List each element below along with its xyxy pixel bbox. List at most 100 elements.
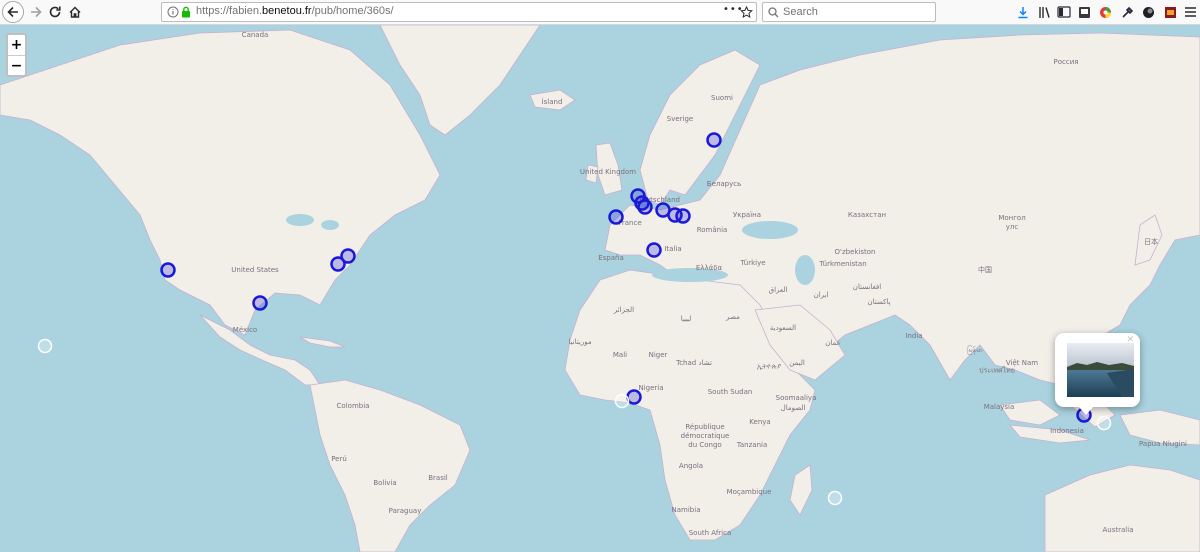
label-myanmar: မြန်မာ xyxy=(967,346,983,354)
photo-popup: ✕ xyxy=(1055,333,1140,407)
dark-reader-icon[interactable] xyxy=(1140,4,1156,20)
url-prefix: https://fabien. xyxy=(196,5,263,17)
label-papua: Papua Niugini xyxy=(1139,440,1187,448)
label-somaliya-2: الصومال xyxy=(780,404,806,412)
url-text[interactable]: https://fabien.benetou.fr/pub/home/360s/ xyxy=(196,5,394,17)
label-china: 中国 xyxy=(978,266,992,274)
back-arrow-icon xyxy=(7,6,18,18)
download-icon[interactable] xyxy=(1015,4,1031,20)
label-mocambique: Moçambique xyxy=(726,488,772,496)
label-ukraina: Україна xyxy=(732,211,762,219)
zoom-control: + − xyxy=(6,33,27,77)
label-mali: Mali xyxy=(612,351,628,359)
label-kazakhstan: Казахстан xyxy=(847,211,887,219)
label-united-states: United States xyxy=(231,266,279,274)
home-button[interactable] xyxy=(64,1,86,23)
label-afghanistan: افغانستان xyxy=(852,283,882,291)
label-deutschland: Deutschland xyxy=(636,196,680,204)
home-icon xyxy=(69,6,81,18)
label-mexico: México xyxy=(232,326,258,334)
back-button[interactable] xyxy=(2,1,24,23)
world-map[interactable]: Canada United States México Ísland Suomi… xyxy=(0,25,1200,552)
label-niger: Niger xyxy=(648,351,668,359)
label-peru: Perú xyxy=(331,455,347,463)
screenshot-extension-icon[interactable] xyxy=(1076,4,1092,20)
reload-button[interactable] xyxy=(44,1,66,23)
label-turkiye: Türkiye xyxy=(740,259,766,267)
info-icon[interactable] xyxy=(167,6,179,18)
eyedropper-icon[interactable] xyxy=(1119,4,1135,20)
label-pakistan: پاکستان xyxy=(867,298,891,306)
label-sverige: Sverige xyxy=(666,115,694,123)
map-tiles xyxy=(0,25,1200,552)
label-kenya: Kenya xyxy=(749,418,771,426)
label-mongol-2: улс xyxy=(1005,223,1019,231)
lock-icon[interactable] xyxy=(181,6,191,18)
label-libya: ليبيا xyxy=(680,315,692,323)
label-saudi: السعودية xyxy=(769,324,797,332)
url-domain: benetou.fr xyxy=(262,5,312,17)
label-angola: Angola xyxy=(678,462,704,470)
label-iran: ایران xyxy=(813,291,829,299)
label-thailand: ประเทศไทย xyxy=(979,366,1015,375)
label-canada: Canada xyxy=(241,31,269,39)
library-icon[interactable] xyxy=(1037,4,1053,20)
reload-icon xyxy=(49,6,61,18)
label-tchad: Tchad تشاد xyxy=(676,359,712,367)
label-uk: United Kingdom xyxy=(579,168,637,176)
sidebar-icon[interactable] xyxy=(1056,4,1072,20)
label-uzbekiston: O'zbekiston xyxy=(834,248,876,256)
label-rdc-1: République xyxy=(685,423,725,431)
label-india: India xyxy=(905,332,923,340)
label-rdc-2: démocratique xyxy=(680,432,730,440)
label-paraguay: Paraguay xyxy=(388,507,422,515)
label-iraq: العراق xyxy=(768,286,788,294)
label-south-africa: South Africa xyxy=(688,529,732,537)
popup-thumbnail[interactable] xyxy=(1067,343,1134,397)
label-malaysia: Malaysia xyxy=(983,403,1015,411)
label-rossiya: Россия xyxy=(1053,58,1079,66)
label-france: France xyxy=(618,219,642,227)
label-indonesia: Indonesia xyxy=(1050,427,1084,435)
label-belarus: Беларусь xyxy=(706,180,742,188)
label-brasil: Brasil xyxy=(428,474,448,482)
label-rdc-3: du Congo xyxy=(688,441,722,449)
label-bolivia: Bolivia xyxy=(373,479,397,487)
label-oman: عمان xyxy=(825,339,841,347)
label-romania: România xyxy=(696,226,728,234)
search-box[interactable]: Search xyxy=(762,2,936,22)
label-ellada: Ελλάδα xyxy=(695,264,723,272)
label-south-sudan: South Sudan xyxy=(707,388,753,396)
menu-icon[interactable] xyxy=(1182,4,1198,20)
label-nigeria: Nigeria xyxy=(638,384,664,392)
label-namibia: Namibia xyxy=(671,506,701,514)
label-suomi: Suomi xyxy=(711,94,733,102)
bookmark-star-icon[interactable] xyxy=(740,6,753,19)
label-island: Ísland xyxy=(541,98,563,106)
label-mongol: Монгол xyxy=(998,214,1026,222)
zoom-out-button[interactable]: − xyxy=(8,55,25,75)
label-turkmenistan: Türkmenistan xyxy=(819,260,867,268)
search-icon xyxy=(768,7,779,18)
popup-tip xyxy=(1078,406,1094,415)
label-nihon: 日本 xyxy=(1144,238,1158,246)
label-algeria: الجزائر xyxy=(613,306,635,314)
browser-toolbar: https://fabien.benetou.fr/pub/home/360s/… xyxy=(0,0,1200,25)
zoom-in-button[interactable]: + xyxy=(8,35,25,55)
label-somaliya: Soomaaliya xyxy=(775,394,817,402)
address-bar[interactable]: https://fabien.benetou.fr/pub/home/360s/… xyxy=(161,2,757,22)
ublock-icon[interactable] xyxy=(1162,4,1178,20)
label-ethiopia: ኢትዮጵያ xyxy=(756,362,782,371)
label-espana: España xyxy=(598,254,624,262)
label-mauritania: موريتانيا xyxy=(568,338,592,346)
label-colombia: Colombia xyxy=(336,402,370,410)
search-input[interactable]: Search xyxy=(783,6,818,18)
label-italia: Italia xyxy=(664,245,682,253)
label-australia: Australia xyxy=(1102,526,1134,534)
label-egypt: مصر xyxy=(726,313,740,321)
forward-arrow-icon xyxy=(31,6,42,18)
color-extension-icon[interactable] xyxy=(1097,4,1113,20)
url-path: /pub/home/360s/ xyxy=(311,5,394,17)
label-tanzania: Tanzania xyxy=(736,441,768,449)
label-yemen: اليمن xyxy=(789,359,805,367)
